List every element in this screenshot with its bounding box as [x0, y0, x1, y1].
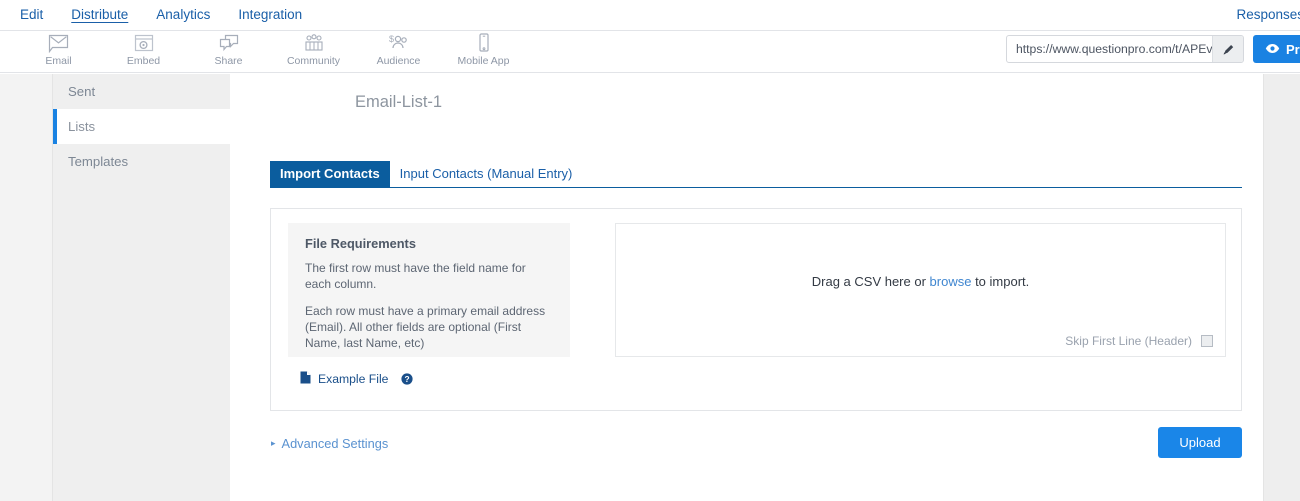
dropzone-text-after: to import. — [971, 274, 1030, 289]
sidebar-item-lists[interactable]: Lists — [53, 109, 230, 144]
toolbar-item-mobile-app[interactable]: Mobile App — [441, 31, 526, 73]
toolbar-item-community[interactable]: Community — [271, 31, 356, 73]
file-requirements-heading: File Requirements — [305, 236, 416, 251]
tab-import-contacts[interactable]: Import Contacts — [270, 161, 390, 187]
email-sidebar: Sent Lists Templates — [52, 74, 230, 501]
embed-code-icon — [134, 32, 154, 54]
app-root: Edit Distribute Analytics Integration Re… — [0, 0, 1300, 501]
top-menu-right: Responses — [1222, 0, 1300, 30]
browse-link[interactable]: browse — [930, 274, 972, 289]
toolbar-item-embed[interactable]: Embed — [101, 31, 186, 73]
distribute-toolbar-items: Email Embed Share Community $ Audience M… — [16, 31, 526, 73]
upload-button[interactable]: Upload — [1158, 427, 1242, 458]
community-people-icon — [303, 32, 325, 54]
survey-url-text: https://www.questionpro.com/t/APEvHZ — [1016, 42, 1212, 56]
sidebar-item-templates[interactable]: Templates — [53, 144, 230, 179]
survey-url-field[interactable]: https://www.questionpro.com/t/APEvHZ — [1006, 35, 1244, 63]
help-circle-icon[interactable]: ? — [401, 373, 414, 385]
sidebar-item-label: Sent — [68, 84, 96, 99]
menu-item-integration[interactable]: Integration — [224, 0, 316, 30]
toolbar-label-share: Share — [214, 55, 243, 67]
csv-dropzone[interactable]: Drag a CSV here or browse to import. Ski… — [615, 223, 1226, 357]
toolbar-label-audience: Audience — [376, 55, 421, 67]
pencil-icon[interactable] — [1212, 36, 1243, 62]
svg-text:?: ? — [405, 374, 410, 384]
contacts-tabs: Import Contacts Input Contacts (Manual E… — [270, 160, 1242, 188]
skip-first-line-checkbox[interactable] — [1201, 335, 1213, 347]
preview-button-label: Preview — [1286, 41, 1300, 57]
dropzone-text-before: Drag a CSV here or — [811, 274, 930, 289]
document-icon — [300, 371, 311, 387]
menu-item-analytics[interactable]: Analytics — [142, 0, 224, 30]
eye-icon — [1265, 42, 1280, 57]
tab-input-contacts-manual[interactable]: Input Contacts (Manual Entry) — [390, 161, 583, 187]
sidebar-item-label: Lists — [68, 119, 96, 134]
sidebar-item-label: Templates — [68, 154, 129, 169]
import-card: File Requirements The first row must hav… — [270, 208, 1242, 411]
toolbar-label-mobile-app: Mobile App — [457, 55, 510, 67]
caret-right-icon: ▸ — [271, 438, 276, 448]
file-requirements-para-1: The first row must have the field name f… — [305, 261, 526, 291]
file-requirements-para-2: Each row must have a primary email addre… — [305, 304, 546, 350]
sidebar-item-sent[interactable]: Sent — [53, 74, 230, 109]
advanced-settings-label: Advanced Settings — [281, 436, 389, 451]
left-outer-rail — [0, 74, 52, 501]
menu-item-edit[interactable]: Edit — [6, 0, 57, 30]
envelope-icon — [48, 32, 69, 54]
skip-first-line-label: Skip First Line (Header) — [1065, 334, 1192, 348]
mobile-phone-icon — [477, 32, 491, 54]
top-menu-items: Edit Distribute Analytics Integration — [6, 0, 316, 30]
menu-item-responses[interactable]: Responses — [1222, 0, 1300, 30]
skip-first-line-row: Skip First Line (Header) — [1065, 334, 1213, 348]
svg-text:$: $ — [389, 34, 394, 44]
dropzone-instruction: Drag a CSV here or browse to import. — [616, 274, 1225, 289]
audience-money-icon: $ — [388, 32, 410, 54]
right-gutter — [1263, 74, 1300, 501]
main-content: Email-List-1 Import Contacts Input Conta… — [230, 74, 1263, 501]
toolbar-label-community: Community — [286, 55, 341, 67]
example-file-label: Example File — [318, 372, 389, 386]
example-file-link[interactable]: Example File ? — [300, 371, 414, 387]
toolbar-item-email[interactable]: Email — [16, 31, 101, 73]
advanced-settings-toggle[interactable]: ▸ Advanced Settings — [271, 436, 388, 451]
toolbar-label-embed: Embed — [126, 55, 161, 67]
page-title: Email-List-1 — [355, 93, 443, 111]
preview-button[interactable]: Preview — [1253, 35, 1300, 63]
toolbar-label-email: Email — [45, 55, 72, 67]
toolbar-item-share[interactable]: Share — [186, 31, 271, 73]
file-requirements-panel: File Requirements The first row must hav… — [288, 223, 570, 357]
toolbar-item-audience[interactable]: $ Audience — [356, 31, 441, 73]
menu-item-distribute[interactable]: Distribute — [57, 0, 142, 30]
share-bubbles-icon — [218, 32, 240, 54]
top-menu-bar: Edit Distribute Analytics Integration Re… — [0, 0, 1300, 31]
